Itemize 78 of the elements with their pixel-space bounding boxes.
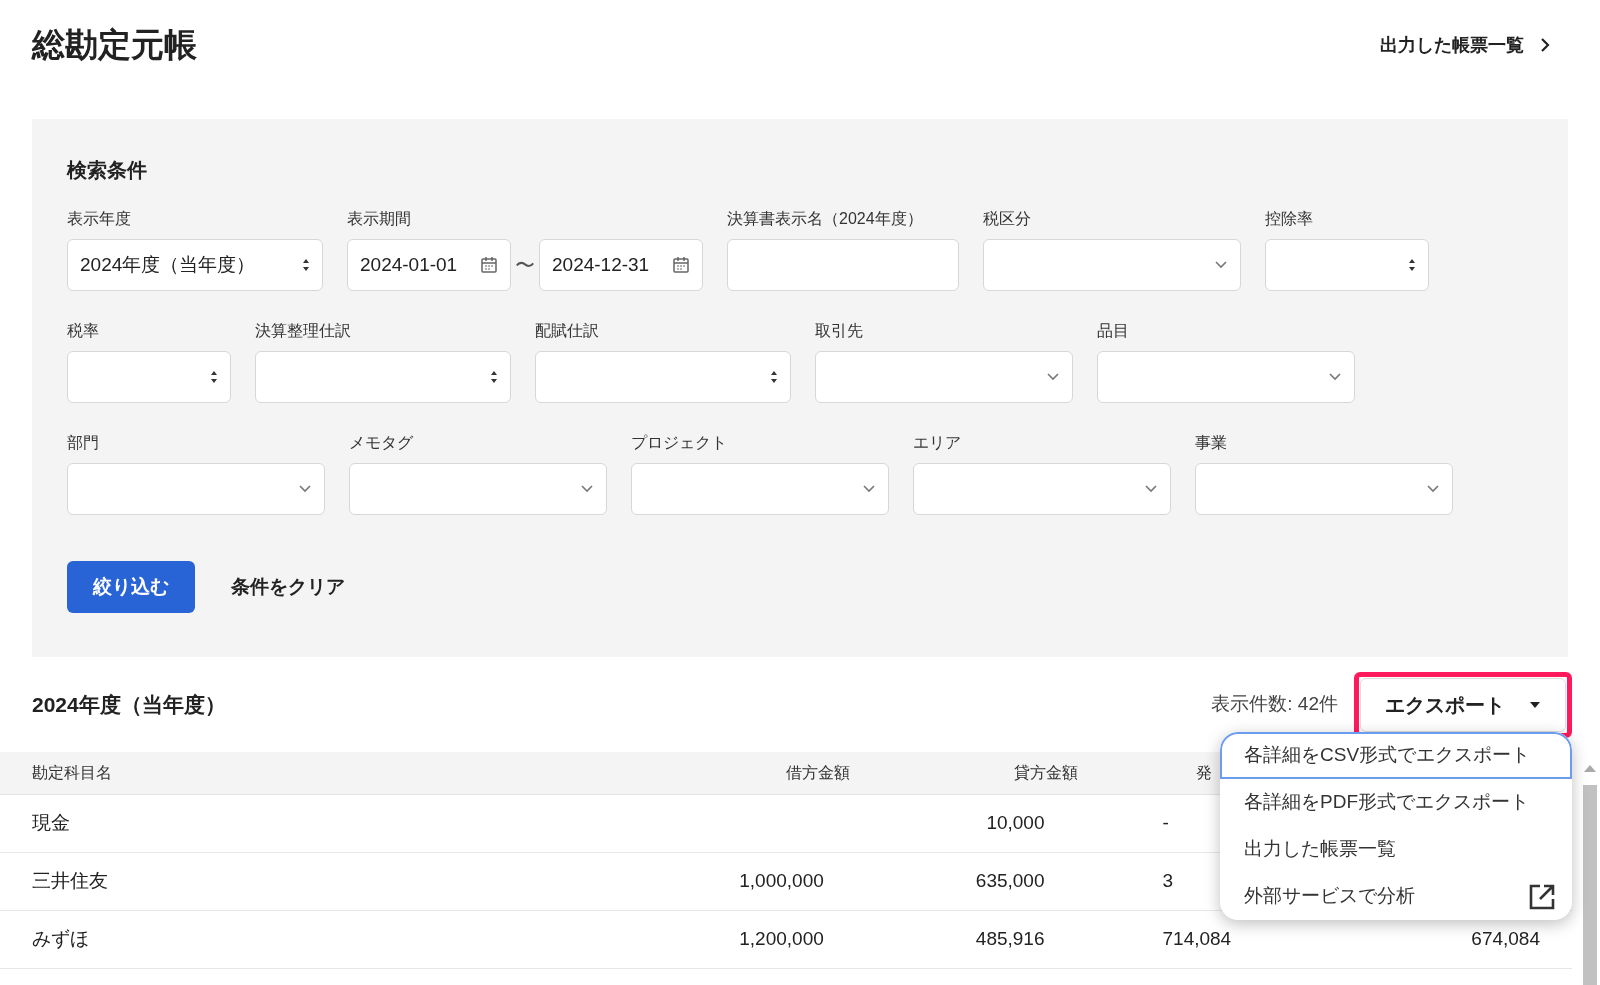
table-cell: 635,000 <box>975 870 1045 892</box>
chevron-down-icon <box>580 484 594 494</box>
menu-item[interactable]: 各詳細をCSV形式でエクスポート <box>1220 732 1572 779</box>
menu-item[interactable]: 各詳細をPDF形式でエクスポート <box>1220 779 1572 826</box>
field-label: エリア <box>913 433 962 453</box>
sort-arrows-icon <box>210 370 218 384</box>
table-cell: みずほ <box>32 928 89 950</box>
select-field[interactable] <box>67 463 325 515</box>
field-label: 表示年度 <box>67 209 132 229</box>
column-header: 勘定科目名 <box>32 764 112 781</box>
field-label: プロジェクト <box>631 433 728 453</box>
table-cell: 10,000 <box>986 812 1045 834</box>
export-button[interactable]: エクスポート <box>1360 677 1566 732</box>
filter-button[interactable]: 絞り込む <box>67 561 195 613</box>
calendar-icon <box>480 256 498 274</box>
field-label: 控除率 <box>1265 209 1314 229</box>
section-title: 検索条件 <box>67 158 148 183</box>
column-header: 貸方金額 <box>1014 764 1078 781</box>
table-cell: 1,000,000 <box>739 870 824 892</box>
column-header: 借方金額 <box>786 764 850 781</box>
chevron-down-icon <box>1328 372 1342 382</box>
select-field[interactable] <box>535 351 791 403</box>
select-field[interactable] <box>255 351 511 403</box>
table-cell: 1,200,000 <box>739 928 824 950</box>
results-title: 2024年度（当年度） <box>32 691 226 718</box>
select-field[interactable] <box>1195 463 1453 515</box>
date-field[interactable]: 2024-12-31 <box>539 239 703 291</box>
external-link-icon <box>1528 882 1556 911</box>
chevron-down-icon <box>862 484 876 494</box>
field-label: 品目 <box>1097 321 1130 341</box>
select-field[interactable] <box>983 239 1241 291</box>
caret-down-icon <box>1529 700 1541 709</box>
select-field[interactable] <box>1265 239 1429 291</box>
select-field[interactable] <box>1097 351 1355 403</box>
table-cell: - <box>1162 812 1169 834</box>
column-header: 発 <box>1196 764 1212 781</box>
field-label: 税率 <box>67 321 100 341</box>
sort-arrows-icon <box>1408 258 1416 272</box>
table-cell: 485,916 <box>975 928 1045 950</box>
report-list-link[interactable]: 出力した帳票一覧 <box>1380 31 1568 59</box>
text-field[interactable] <box>727 239 959 291</box>
chevron-down-icon <box>1426 484 1440 494</box>
result-count: 表示件数: 42件 <box>1211 692 1338 717</box>
calendar-icon <box>672 256 690 274</box>
field-label: 取引先 <box>815 321 864 341</box>
table-cell: 3 <box>1162 870 1174 892</box>
page-title: 総勘定元帳 <box>32 25 197 66</box>
field-label: 配賦仕訳 <box>535 321 600 341</box>
table-cell: 674,084 <box>1471 928 1540 950</box>
select-field[interactable] <box>631 463 889 515</box>
select-field[interactable] <box>815 351 1073 403</box>
field-label: 表示期間 <box>347 209 412 229</box>
range-separator: 〜 <box>515 253 535 278</box>
select-field[interactable] <box>349 463 607 515</box>
select-field[interactable]: 2024年度（当年度） <box>67 239 323 291</box>
date-field[interactable]: 2024-01-01 <box>347 239 511 291</box>
chevron-down-icon <box>298 484 312 494</box>
field-label: 決算書表示名（2024年度） <box>727 209 924 229</box>
sort-arrows-icon <box>770 370 778 384</box>
field-label: 部門 <box>67 433 100 453</box>
field-label: 決算整理仕訳 <box>255 321 352 341</box>
chevron-down-icon <box>1214 260 1228 270</box>
chevron-right-icon <box>1540 37 1550 53</box>
sort-arrows-icon <box>302 258 310 272</box>
field-label: 事業 <box>1195 433 1228 453</box>
select-field[interactable] <box>67 351 231 403</box>
clear-button[interactable]: 条件をクリア <box>231 572 345 602</box>
field-label: 税区分 <box>983 209 1032 229</box>
sort-arrows-icon <box>490 370 498 384</box>
field-label: メモタグ <box>349 433 414 453</box>
menu-item[interactable]: 出力した帳票一覧 <box>1220 826 1572 873</box>
table-cell: 三井住友 <box>32 870 108 892</box>
menu-item[interactable]: 外部サービスで分析 <box>1220 873 1572 920</box>
select-field[interactable] <box>913 463 1171 515</box>
chevron-down-icon <box>1046 372 1060 382</box>
table-cell: 714,084 <box>1162 928 1232 950</box>
table-cell: 現金 <box>32 812 70 834</box>
chevron-down-icon <box>1144 484 1158 494</box>
